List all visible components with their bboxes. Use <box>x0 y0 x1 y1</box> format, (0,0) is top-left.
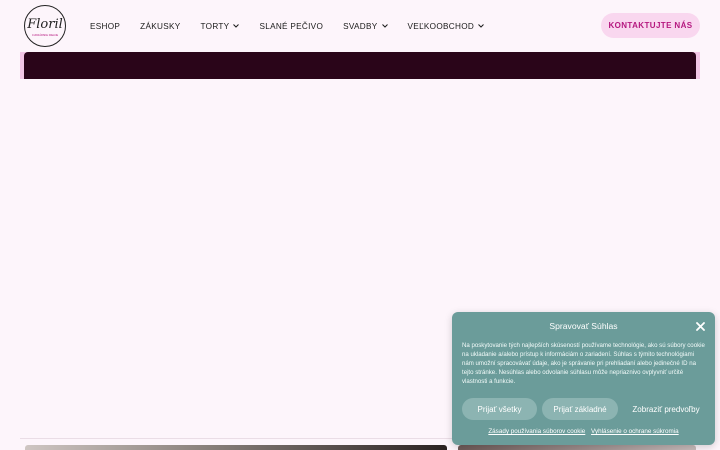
nav-item-label: SLANÉ PEČIVO <box>259 21 324 31</box>
nav-item-eshop[interactable]: ESHOP <box>80 11 130 41</box>
accept-basic-button[interactable]: Prijať základné <box>542 398 618 420</box>
product-image[interactable] <box>458 445 696 450</box>
chevron-down-icon <box>381 23 388 30</box>
chevron-down-icon <box>478 23 484 30</box>
cookie-dialog-text: Na poskytovanie tých najlepších skúsenos… <box>462 342 705 385</box>
nav-item-label: TORTY <box>200 21 230 31</box>
nav-item-svadby[interactable]: SVADBY <box>333 11 397 41</box>
nav-item-label: VEĽKOOBCHOD <box>407 21 475 31</box>
cookie-dialog-title: Spravovať Súhlas <box>549 321 618 331</box>
accept-all-label: Prijať všetky <box>477 404 522 414</box>
chevron-down-icon <box>233 23 240 30</box>
accept-basic-label: Prijať základné <box>553 404 607 414</box>
show-preferences-button[interactable]: Zobraziť predvoľby <box>625 398 707 420</box>
site-header: Floril CUKRÁRSKE DIELNE ESHOP ZÁKUSKY TO… <box>0 0 720 52</box>
product-image[interactable] <box>25 445 447 450</box>
floril-logo[interactable]: Floril CUKRÁRSKE DIELNE <box>20 4 70 48</box>
nav-item-zakusky[interactable]: ZÁKUSKY <box>130 11 190 41</box>
nav-item-torty[interactable]: TORTY <box>191 11 250 41</box>
cookie-consent-dialog: Spravovať Súhlas Na poskytovanie tých na… <box>452 312 715 445</box>
contact-us-button[interactable]: KONTAKTUJTE NÁS <box>601 13 700 38</box>
nav-item-slane-pecivo[interactable]: SLANÉ PEČIVO <box>249 11 333 41</box>
privacy-statement-link[interactable]: Vyhlásenie o ochrane súkromia <box>591 428 679 435</box>
cookie-policy-links: Zásady používania súborov cookie Vyhláse… <box>452 428 715 435</box>
close-icon[interactable] <box>693 319 707 333</box>
logo-subtext: CUKRÁRSKE DIELNE <box>32 33 59 37</box>
cookie-button-row: Prijať všetky Prijať základné Zobraziť p… <box>462 398 707 420</box>
accept-all-button[interactable]: Prijať všetky <box>462 398 537 420</box>
nav-item-label: ZÁKUSKY <box>140 21 181 31</box>
cookie-policy-link[interactable]: Zásady používania súborov cookie <box>488 428 585 435</box>
nav-item-label: ESHOP <box>90 21 121 31</box>
nav-item-velkoobchod[interactable]: VEĽKOOBCHOD <box>398 11 495 41</box>
main-nav: ESHOP ZÁKUSKY TORTY SLANÉ PEČIVO SVADBY … <box>80 0 494 52</box>
hero-slider[interactable] <box>24 52 696 79</box>
nav-item-label: SVADBY <box>343 21 378 31</box>
show-preferences-label: Zobraziť predvoľby <box>632 404 700 414</box>
logo-text: Floril <box>26 17 63 32</box>
contact-us-label: KONTAKTUJTE NÁS <box>608 21 693 30</box>
